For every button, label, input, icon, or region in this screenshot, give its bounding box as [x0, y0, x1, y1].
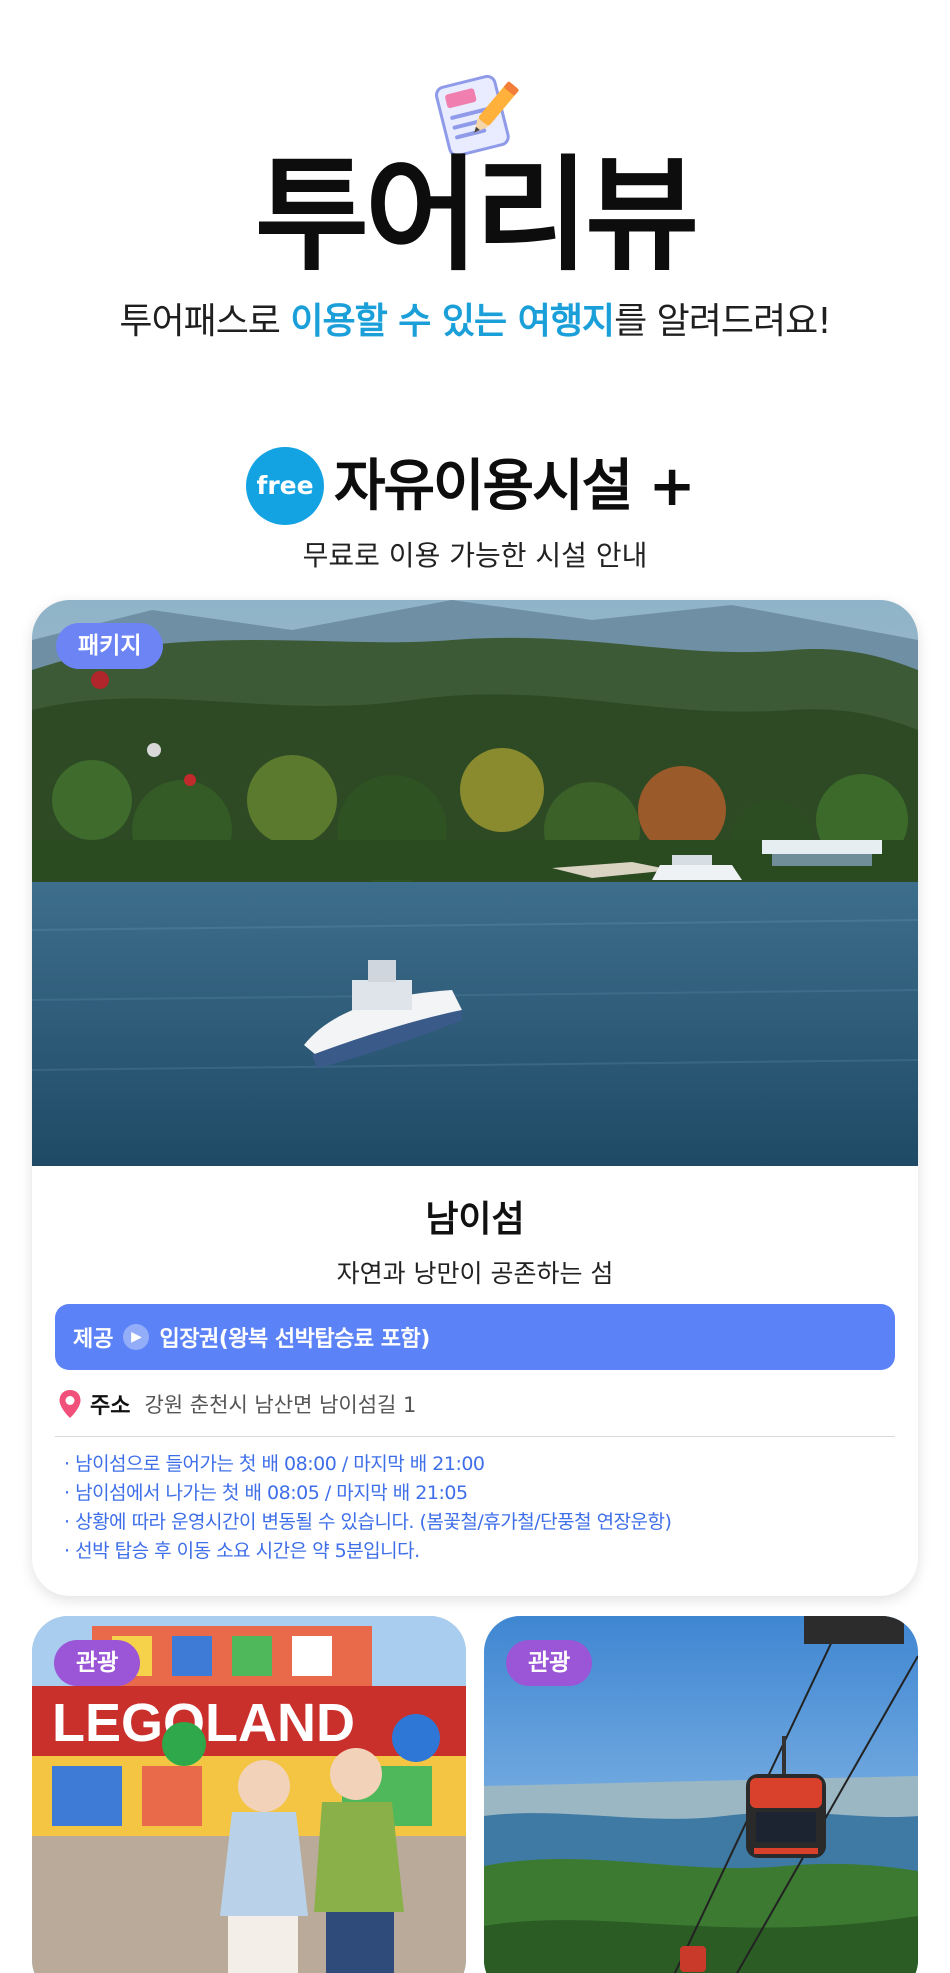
facility-card-nami[interactable]: 패키지 남이섬 자연과 낭만이 공존하는 섬 제공 ▶ 입장권(왕복 선박탑승료… — [32, 600, 918, 1596]
note-item: 선박 탑승 후 이동 소요 시간은 약 5분입니다. — [64, 1537, 894, 1566]
note-item: 상황에 따라 운영시간이 변동될 수 있습니다. (봄꽃철/휴가철/단풍철 연장… — [64, 1508, 894, 1537]
page-title: 투어리뷰 — [254, 144, 699, 288]
address-value: 강원 춘천시 남산면 남이섬길 1 — [144, 1393, 417, 1417]
subtitle-prefix: 투어패스로 — [119, 301, 291, 342]
section-subtitle: 무료로 이용 가능한 시설 안내 — [302, 539, 648, 572]
facility-card-cablecar[interactable]: 관광 — [484, 1616, 918, 1973]
address-label: 주소 — [90, 1394, 131, 1419]
provide-value: 입장권(왕복 선박탑승료 포함) — [159, 1327, 430, 1352]
subtitle-suffix: 를 알려드려요! — [614, 301, 832, 342]
chevron-right-icon: ▶ — [123, 1324, 150, 1350]
tour-tag: 관광 — [54, 1640, 141, 1686]
address-row: 주소 강원 춘천시 남산면 남이섬길 1 — [58, 1384, 416, 1424]
note-item: 남이섬으로 들어가는 첫 배 08:00 / 마지막 배 21:00 — [64, 1450, 894, 1479]
map-pin-icon — [59, 1390, 81, 1418]
subtitle-highlight: 이용할 수 있는 여행지 — [290, 301, 615, 342]
package-tag: 패키지 — [56, 623, 164, 669]
provide-bar: 제공 ▶ 입장권(왕복 선박탑승료 포함) — [55, 1304, 895, 1370]
page: 투어리뷰 투어패스로 이용할 수 있는 여행지를 알려드려요! free 자유이… — [0, 0, 950, 1973]
notes-list: 남이섬으로 들어가는 첫 배 08:00 / 마지막 배 21:00 남이섬에서… — [64, 1450, 894, 1566]
note-item: 남이섬에서 나가는 첫 배 08:05 / 마지막 배 21:05 — [64, 1479, 894, 1508]
facility-card-legoland[interactable]: LEGOLAND 관광 — [32, 1616, 466, 1973]
section-title: 자유이용시설 + — [334, 454, 696, 519]
facility-description: 자연과 낭만이 공존하는 섬 — [336, 1259, 614, 1288]
tour-tag: 관광 — [506, 1640, 593, 1686]
divider — [55, 1436, 895, 1437]
facility-name: 남이섬 — [425, 1199, 525, 1240]
provide-label: 제공 — [73, 1327, 114, 1352]
nami-island-photo — [32, 600, 918, 1166]
free-badge: free — [246, 447, 324, 525]
page-subtitle: 투어패스로 이용할 수 있는 여행지를 알려드려요! — [0, 300, 950, 344]
